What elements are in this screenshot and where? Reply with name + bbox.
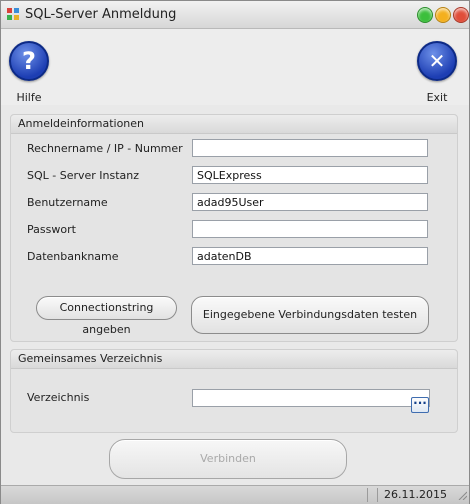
- resize-grip-icon[interactable]: [457, 490, 467, 500]
- app-icon: [7, 8, 20, 21]
- connect-button[interactable]: Verbinden: [109, 439, 347, 479]
- help-icon: ?: [9, 41, 49, 81]
- status-divider: [367, 488, 368, 502]
- help-button[interactable]: ? Hilfe: [5, 41, 53, 104]
- exit-icon: ✕: [417, 41, 457, 81]
- directory-group: Gemeinsames Verzeichnis Verzeichnis ···: [10, 349, 458, 433]
- directory-group-title: Gemeinsames Verzeichnis: [18, 352, 163, 365]
- login-group-header: Anmeldeinformationen: [11, 115, 457, 134]
- connectionstring-button[interactable]: Connectionstring angeben: [36, 296, 177, 336]
- window-title: SQL-Server Anmeldung: [25, 7, 177, 22]
- close-button[interactable]: [453, 7, 469, 23]
- directory-label: Verzeichnis: [27, 391, 90, 404]
- instance-label: SQL - Server Instanz: [27, 169, 140, 182]
- login-group-title: Anmeldeinformationen: [18, 117, 145, 130]
- app-window: SQL-Server Anmeldung ? Hilfe ✕ Exit Anme…: [0, 0, 470, 504]
- test-connection-button[interactable]: Eingegebene Verbindungsdaten testen: [191, 296, 429, 334]
- username-input[interactable]: [192, 193, 428, 211]
- hostname-label: Rechnername / IP - Nummer: [27, 142, 183, 155]
- exit-button[interactable]: ✕ Exit: [413, 41, 461, 104]
- minimize-button[interactable]: [417, 7, 433, 23]
- database-input[interactable]: [192, 247, 428, 265]
- hostname-input[interactable]: [192, 139, 428, 157]
- password-input[interactable]: [192, 220, 428, 238]
- help-label: Hilfe: [16, 91, 42, 104]
- maximize-button[interactable]: [435, 7, 451, 23]
- directory-input[interactable]: [192, 389, 430, 407]
- toolbar: ? Hilfe ✕ Exit: [1, 29, 469, 105]
- username-label: Benutzername: [27, 196, 108, 209]
- database-label: Datenbankname: [27, 250, 119, 263]
- status-date: 26.11.2015: [377, 488, 460, 502]
- directory-group-header: Gemeinsames Verzeichnis: [11, 350, 457, 369]
- instance-input[interactable]: [192, 166, 428, 184]
- exit-label: Exit: [426, 91, 448, 104]
- title-bar: SQL-Server Anmeldung: [1, 1, 469, 29]
- password-label: Passwort: [27, 223, 76, 236]
- status-bar: 26.11.2015: [1, 485, 469, 504]
- browse-button[interactable]: ···: [411, 397, 429, 413]
- login-group: Anmeldeinformationen Rechnername / IP - …: [10, 114, 458, 342]
